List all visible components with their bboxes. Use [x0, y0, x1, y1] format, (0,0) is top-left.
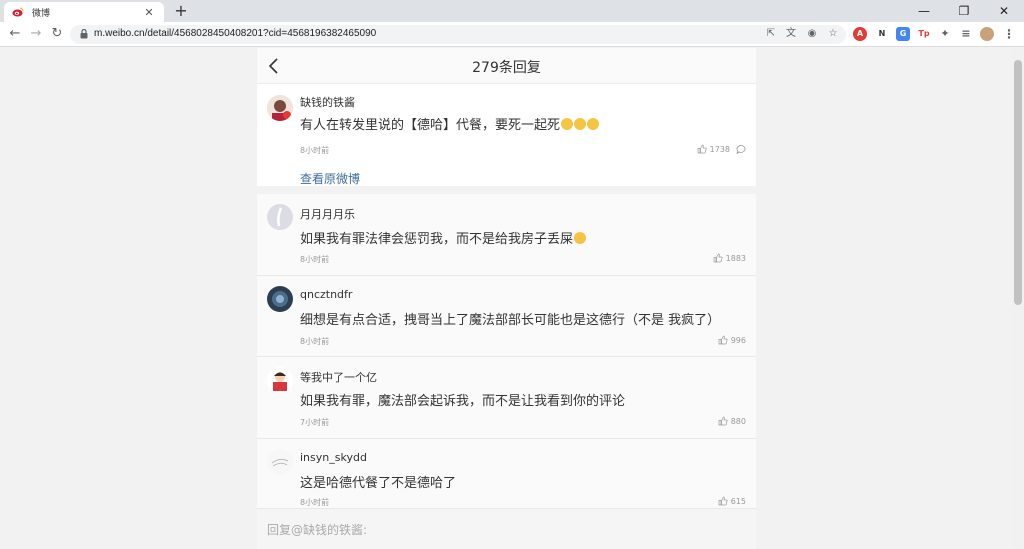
comment-time: 8小时前: [300, 337, 330, 346]
comment-text-content: 有人在转发里说的【德哈】代餐，要死一起死: [300, 118, 561, 133]
reply-bar: 回复@缺钱的铁酱:: [257, 508, 756, 549]
avatar[interactable]: [267, 286, 293, 312]
address-bar[interactable]: m.weibo.cn/detail/4568028450408201?cid=4…: [70, 25, 846, 44]
view-original-link[interactable]: 查看原微博: [300, 170, 360, 187]
like-count: 615: [730, 496, 746, 506]
minimize-button[interactable]: —: [904, 0, 944, 22]
list-item: 等我中了一个亿 如果我有罪，魔法部会起诉我，而不是让我看到你的评论 7小时前 8…: [257, 357, 756, 439]
comment-time: 7小时前: [300, 418, 330, 427]
like-button[interactable]: 1883: [713, 253, 746, 263]
like-button[interactable]: 1738: [697, 144, 746, 154]
extension-tp-icon[interactable]: Tp: [917, 27, 931, 41]
eye-off-icon[interactable]: ◉: [805, 27, 819, 41]
bookmark-star-icon[interactable]: ☆: [826, 27, 840, 41]
puzzle-icon[interactable]: ✦: [938, 27, 952, 41]
page-title: 279条回复: [472, 60, 541, 76]
list-item: qncztndfr 细想是有点合适，拽哥当上了魔法部部长可能也是这德行（不是 我…: [257, 276, 756, 357]
emoji-icon: [574, 232, 587, 244]
username[interactable]: 月月月月乐: [300, 206, 355, 222]
like-button[interactable]: 615: [718, 496, 746, 506]
comment-text: 细想是有点合适，拽哥当上了魔法部部长可能也是这德行（不是 我疯了）: [300, 313, 721, 328]
page-header: 279条回复: [257, 48, 756, 84]
scrollbar[interactable]: [1012, 48, 1024, 549]
comment-text: 如果我有罪法律会惩罚我，而不是给我房子丢屎: [300, 228, 587, 247]
like-count: 1738: [709, 144, 730, 154]
lock-icon: [80, 29, 88, 39]
back-arrow-icon[interactable]: ←: [6, 25, 24, 43]
google-translate-icon[interactable]: G: [896, 27, 910, 41]
username[interactable]: 缺钱的铁酱: [300, 94, 355, 110]
reply-bubble-icon[interactable]: [736, 144, 746, 154]
username[interactable]: insyn_skydd: [300, 451, 367, 464]
username[interactable]: qncztndfr: [300, 288, 352, 301]
like-count: 1883: [725, 253, 746, 263]
thumbs-up-icon: [718, 335, 728, 345]
avatar[interactable]: [267, 204, 293, 230]
tab-strip: 微博 ✕ + — ❐ ✕: [0, 0, 1024, 22]
browser-toolbar: ← → ↻ m.weibo.cn/detail/4568028450408201…: [0, 22, 1024, 47]
scrollbar-thumb[interactable]: [1014, 60, 1022, 305]
thumbs-up-icon: [718, 416, 728, 426]
weibo-icon: [12, 7, 24, 17]
like-button[interactable]: 996: [718, 335, 746, 345]
page-viewport: 279条回复 缺钱的铁酱 有人在转发里说的【德哈】代餐，要死一起死 8小时前 1…: [0, 48, 1012, 549]
new-tab-button[interactable]: +: [172, 2, 190, 20]
like-button[interactable]: 880: [718, 416, 746, 426]
comment-time: 8小时前: [300, 255, 330, 264]
emoji-icon: [587, 118, 600, 130]
share-icon[interactable]: ⇱: [764, 27, 778, 41]
menu-dots-icon[interactable]: ⋮: [1002, 27, 1016, 41]
list-item: insyn_skydd 这是哈德代餐了不是德哈了 8小时前 615: [257, 439, 756, 508]
close-window-button[interactable]: ✕: [984, 0, 1024, 22]
emoji-icon: [561, 118, 574, 130]
original-comment: 缺钱的铁酱 有人在转发里说的【德哈】代餐，要死一起死 8小时前 1738 查看原…: [257, 85, 756, 194]
tab-close-icon[interactable]: ✕: [142, 6, 156, 19]
avatar[interactable]: [267, 367, 293, 393]
translate-icon[interactable]: 文: [784, 27, 798, 41]
comment-text: 如果我有罪，魔法部会起诉我，而不是让我看到你的评论: [300, 394, 626, 409]
browser-tab[interactable]: 微博 ✕: [4, 2, 164, 22]
avatar[interactable]: [267, 449, 293, 475]
avatar[interactable]: [267, 95, 293, 121]
like-count: 880: [730, 416, 746, 426]
extension-n-icon[interactable]: N: [875, 27, 889, 41]
forward-arrow-icon[interactable]: →: [27, 25, 45, 43]
reply-input[interactable]: 回复@缺钱的铁酱:: [267, 521, 367, 538]
restore-button[interactable]: ❐: [944, 0, 984, 22]
url-text: m.weibo.cn/detail/4568028450408201?cid=4…: [94, 28, 377, 39]
emoji-icon: [574, 118, 587, 130]
username[interactable]: 等我中了一个亿: [300, 369, 377, 385]
comment-text: 这是哈德代餐了不是德哈了: [300, 476, 457, 491]
comment-text: 有人在转发里说的【德哈】代餐，要死一起死: [300, 114, 600, 133]
comment-time: 8小时前: [300, 498, 330, 507]
comment-text-content: 如果我有罪法律会惩罚我，而不是给我房子丢屎: [300, 232, 574, 247]
list-item: 月月月月乐 如果我有罪法律会惩罚我，而不是给我房子丢屎 8小时前 1883: [257, 194, 756, 276]
reading-list-icon[interactable]: ≡: [959, 27, 973, 41]
reload-icon[interactable]: ↻: [48, 25, 66, 43]
thumbs-up-icon: [697, 144, 707, 154]
like-count: 996: [730, 335, 746, 345]
thumbs-up-icon: [718, 496, 728, 506]
thumbs-up-icon: [713, 253, 723, 263]
adblock-icon[interactable]: A: [853, 27, 867, 41]
comment-page: 279条回复 缺钱的铁酱 有人在转发里说的【德哈】代餐，要死一起死 8小时前 1…: [257, 48, 756, 549]
profile-avatar[interactable]: [980, 27, 994, 41]
comment-time: 8小时前: [300, 146, 330, 155]
tab-title: 微博: [32, 8, 51, 19]
